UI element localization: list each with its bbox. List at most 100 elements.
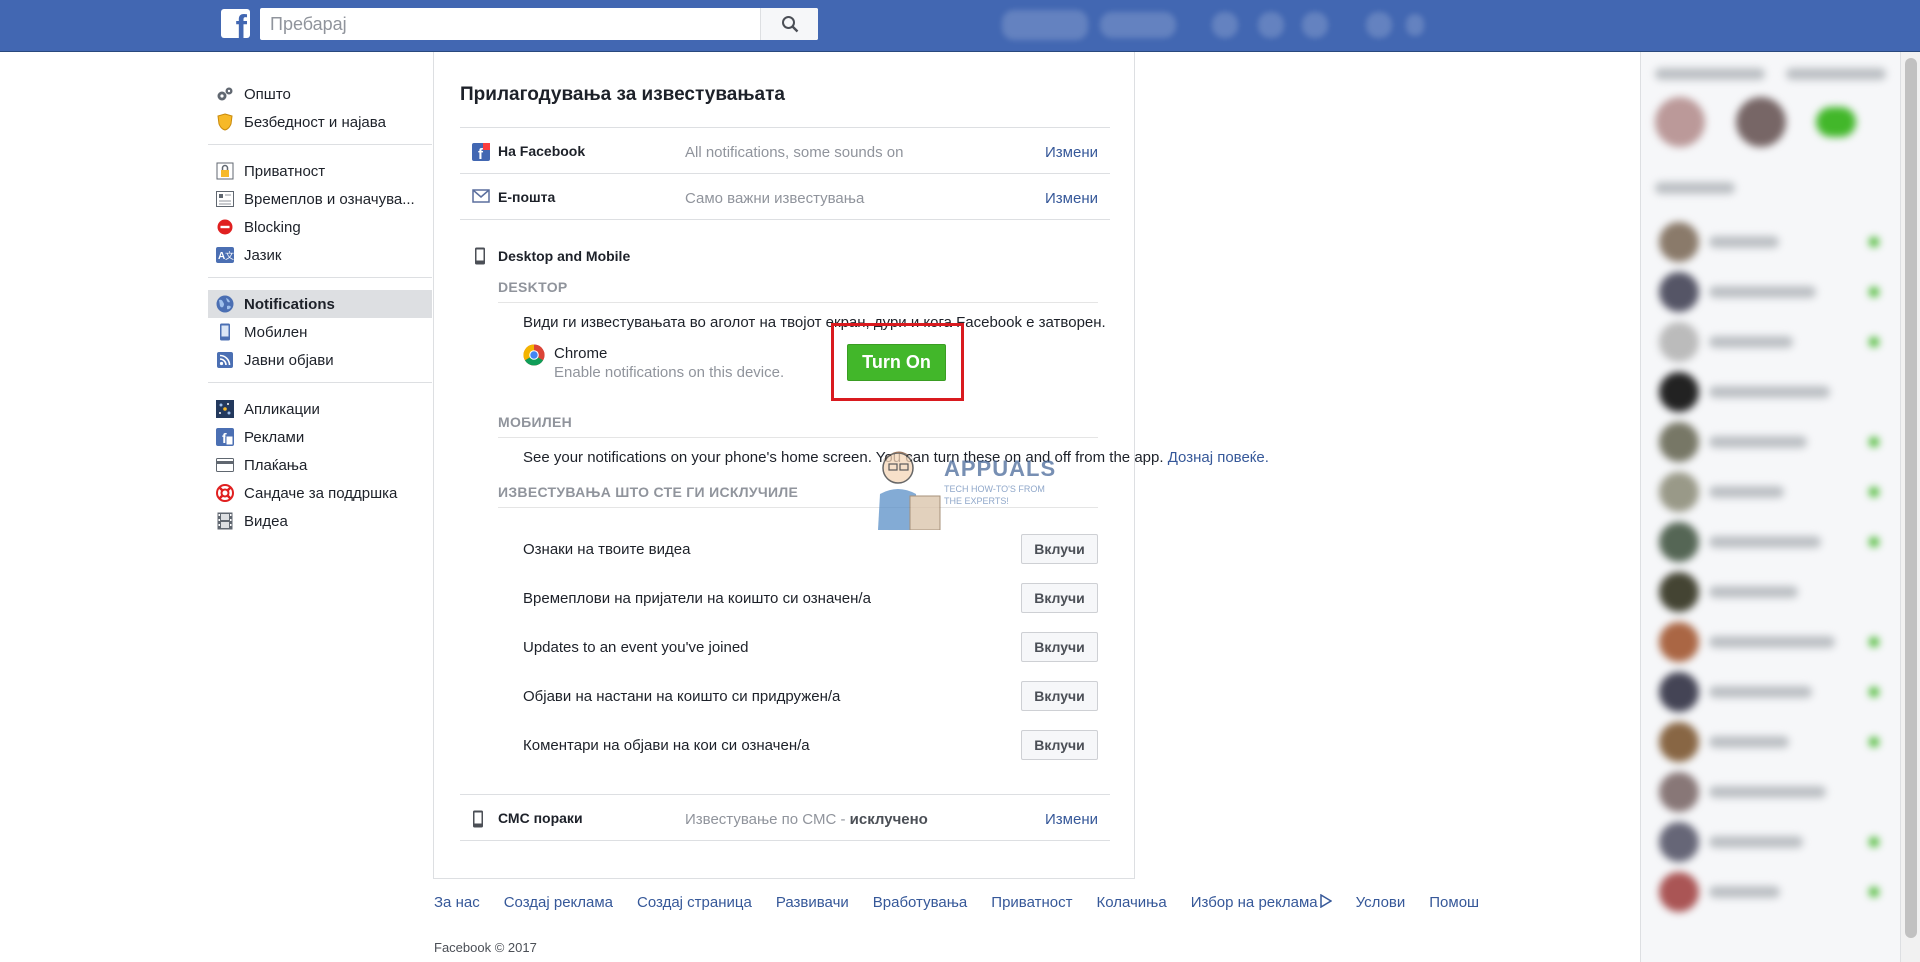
scrollbar-thumb[interactable] (1905, 58, 1917, 938)
turn-on-small-button[interactable]: Вклучи (1021, 730, 1098, 760)
sidebar-item[interactable]: f Реклами (208, 423, 432, 451)
chat-contact[interactable] (1659, 572, 1889, 612)
turn-on-button[interactable]: Turn On (847, 344, 946, 381)
search-button[interactable] (760, 8, 818, 40)
footer-link[interactable]: Помош (1429, 894, 1479, 912)
film-icon (216, 512, 234, 530)
divider (498, 302, 1098, 303)
contact-name (1709, 236, 1779, 248)
profile-avatar[interactable] (1002, 10, 1088, 40)
footer-link[interactable]: Услови (1356, 894, 1406, 912)
help-icon[interactable] (1366, 12, 1392, 38)
chat-contact[interactable] (1659, 622, 1889, 662)
facebook-logo[interactable]: f (221, 9, 250, 38)
avatar (1659, 472, 1699, 512)
chat-contact[interactable] (1659, 222, 1889, 262)
chat-contact[interactable] (1659, 722, 1889, 762)
chat-contact[interactable] (1659, 472, 1889, 512)
online-status (1869, 837, 1879, 847)
sidebar-item[interactable]: A 文 Јазик (208, 241, 432, 269)
sidebar-item[interactable]: Општо (208, 80, 432, 108)
search-icon (781, 16, 798, 33)
sidebar-item[interactable]: Приватност (208, 157, 432, 185)
sidebar-item-label: Јавни објави (244, 351, 334, 369)
page-title: Прилагодувања за известувањата (460, 84, 785, 105)
footer-link[interactable]: Развивачи (776, 894, 849, 912)
sidebar-item[interactable]: Плаќања (208, 451, 432, 479)
adchoices-icon[interactable] (1319, 893, 1333, 912)
edit-sms-link[interactable]: Измени (1045, 811, 1098, 828)
messages-icon[interactable] (1258, 12, 1284, 38)
turn-on-small-button[interactable]: Вклучи (1021, 583, 1098, 613)
avatar[interactable] (1816, 107, 1856, 137)
turn-on-small-button[interactable]: Вклучи (1021, 681, 1098, 711)
chat-contact[interactable] (1659, 422, 1889, 462)
email-row[interactable]: Е-пошта Само важни известувања Измени (460, 174, 1110, 220)
turn-on-small-button[interactable]: Вклучи (1021, 632, 1098, 662)
appuals-mascot-icon (878, 451, 941, 530)
desktop-mobile-title: Desktop and Mobile (498, 248, 631, 264)
avatar (1659, 272, 1699, 312)
turned-off-item-label: Објави на настани на коишто си придружен… (523, 688, 841, 705)
chat-contact[interactable] (1659, 522, 1889, 562)
sidebar-item-label: Мобилен (244, 323, 308, 341)
avatar[interactable] (1655, 97, 1705, 147)
scrollbar[interactable] (1900, 52, 1920, 962)
online-status (1869, 237, 1879, 247)
footer-link[interactable]: За нас (434, 894, 480, 912)
on-facebook-row[interactable]: f На Facebook All notifications, some so… (460, 128, 1110, 174)
avatar (1659, 672, 1699, 712)
block-icon (216, 218, 234, 236)
chat-contact[interactable] (1659, 822, 1889, 862)
sidebar-item[interactable]: Безбедност и најава (208, 108, 432, 136)
turned-off-item-label: Ознаки на твоите видеа (523, 541, 691, 558)
avatar (1659, 222, 1699, 262)
chat-contact[interactable] (1659, 322, 1889, 362)
footer-link[interactable]: Создај реклама (504, 894, 613, 912)
home-link[interactable] (1100, 12, 1176, 38)
sidebar-item[interactable]: Notifications (208, 290, 432, 318)
chat-contact[interactable] (1659, 672, 1889, 712)
footer-link[interactable]: Создај страница (637, 894, 752, 912)
chat-contact[interactable] (1659, 272, 1889, 312)
learn-more-link[interactable]: Дознај повеќе. (1168, 449, 1269, 466)
chat-header-link[interactable] (1786, 68, 1886, 80)
avatar (1659, 722, 1699, 762)
chat-contact[interactable] (1659, 872, 1889, 912)
sidebar-item[interactable]: Времеплов и означува... (208, 185, 432, 213)
footer-link[interactable]: Приватност (991, 894, 1072, 912)
sidebar-item[interactable]: Сандаче за поддршка (208, 479, 432, 507)
sidebar-item[interactable]: Мобилен (208, 318, 432, 346)
desktop-description: Види ги известувањата во аголот на твојо… (523, 314, 1106, 331)
edit-email-link[interactable]: Измени (1045, 190, 1098, 207)
contact-name (1709, 736, 1789, 748)
friend-requests-icon[interactable] (1212, 12, 1238, 38)
sidebar-item[interactable]: Јавни објави (208, 346, 432, 374)
sidebar-item-label: Blocking (244, 218, 301, 236)
account-menu-icon[interactable] (1406, 14, 1424, 36)
browser-subtitle: Enable notifications on this device. (554, 364, 785, 381)
chat-contact[interactable] (1659, 772, 1889, 812)
footer-link[interactable]: Колачиња (1096, 894, 1166, 912)
avatar[interactable] (1736, 97, 1786, 147)
desktop-heading: DESKTOP (498, 279, 568, 295)
footer-link[interactable]: Вработувања (873, 894, 968, 912)
chat-contact[interactable] (1659, 372, 1889, 412)
watermark-tagline-1: TECH HOW-TO'S FROM (944, 484, 1045, 494)
sidebar-item[interactable]: Видеа (208, 507, 432, 535)
footer-link[interactable]: Избор на реклама (1191, 894, 1318, 912)
sms-row[interactable]: СМС пораки Известување по СМС - исклучен… (460, 795, 1110, 841)
search-input[interactable] (260, 8, 760, 40)
on-facebook-label: На Facebook (498, 143, 586, 159)
sidebar-item-label: Јазик (244, 246, 282, 264)
notifications-icon[interactable] (1302, 12, 1328, 38)
sidebar-item[interactable]: Blocking (208, 213, 432, 241)
edit-facebook-link[interactable]: Измени (1045, 144, 1098, 161)
contact-name (1709, 886, 1780, 898)
phone-icon (472, 810, 484, 832)
avatar (1659, 822, 1699, 862)
online-status (1869, 287, 1879, 297)
sidebar-item[interactable]: Апликации (208, 395, 432, 423)
turn-on-small-button[interactable]: Вклучи (1021, 534, 1098, 564)
page: Општо Безбедност и најава Приватност Времеп… (0, 52, 1640, 962)
